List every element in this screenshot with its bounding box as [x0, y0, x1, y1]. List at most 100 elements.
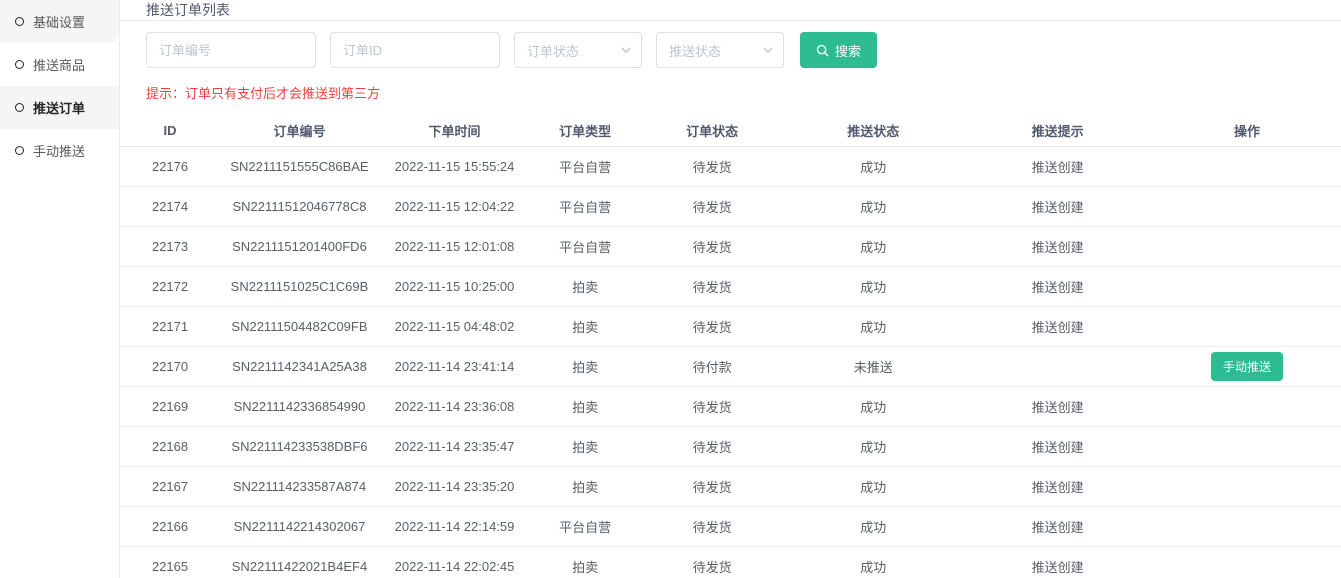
- cell-time: 2022-11-14 22:02:45: [379, 546, 530, 578]
- table-body: 22176SN2211151555C86BAE2022-11-15 15:55:…: [120, 146, 1341, 578]
- cell-action: [1153, 386, 1341, 426]
- cell-status: 待发货: [640, 146, 784, 186]
- cell-status: 待发货: [640, 226, 784, 266]
- push-status-select[interactable]: 推送状态: [656, 32, 784, 68]
- cell-type: 平台自营: [530, 506, 640, 546]
- manual-push-button[interactable]: 手动推送: [1211, 352, 1283, 381]
- cell-action: [1153, 426, 1341, 466]
- cell-push-hint: 推送创建: [962, 266, 1152, 306]
- cell-type: 平台自营: [530, 186, 640, 226]
- cell-push-status: 成功: [784, 506, 962, 546]
- sidebar-item-label: 基础设置: [33, 12, 85, 31]
- cell-type: 拍卖: [530, 546, 640, 578]
- cell-order-no: SN2211151555C86BAE: [220, 146, 379, 186]
- sidebar-item-4[interactable]: 手动推送: [0, 129, 119, 172]
- column-header: 推送状态: [784, 116, 962, 146]
- sidebar-item-1[interactable]: 基础设置: [0, 0, 119, 43]
- chevron-down-icon: [763, 45, 773, 55]
- cell-order-no: SN2211151201400FD6: [220, 226, 379, 266]
- table-row: 22168SN221114233538DBF62022-11-14 23:35:…: [120, 426, 1341, 466]
- cell-push-status: 成功: [784, 386, 962, 426]
- cell-type: 拍卖: [530, 426, 640, 466]
- cell-type: 平台自营: [530, 226, 640, 266]
- cell-action: [1153, 466, 1341, 506]
- cell-type: 平台自营: [530, 146, 640, 186]
- cell-time: 2022-11-15 15:55:24: [379, 146, 530, 186]
- push-status-select-label: 推送状态: [669, 41, 721, 60]
- orders-table: ID订单编号下单时间订单类型订单状态推送状态推送提示操作 22176SN2211…: [120, 116, 1341, 578]
- cell-id: 22172: [120, 266, 220, 306]
- column-header: 订单类型: [530, 116, 640, 146]
- table-row: 22174SN22111512046778C82022-11-15 12:04:…: [120, 186, 1341, 226]
- table-row: 22171SN22111504482C09FB2022-11-15 04:48:…: [120, 306, 1341, 346]
- circle-icon: [15, 60, 24, 69]
- sidebar-item-3[interactable]: 推送订单: [0, 86, 119, 129]
- table-row: 22176SN2211151555C86BAE2022-11-15 15:55:…: [120, 146, 1341, 186]
- order-no-input[interactable]: [146, 32, 316, 68]
- order-status-select-label: 订单状态: [527, 41, 579, 60]
- order-status-select[interactable]: 订单状态: [514, 32, 642, 68]
- cell-order-no: SN22111422021B4EF4: [220, 546, 379, 578]
- cell-status: 待发货: [640, 306, 784, 346]
- sidebar-item-2[interactable]: 推送商品: [0, 43, 119, 86]
- column-header: 推送提示: [962, 116, 1152, 146]
- cell-push-status: 未推送: [784, 346, 962, 386]
- cell-type: 拍卖: [530, 306, 640, 346]
- cell-order-no: SN2211142341A25A38: [220, 346, 379, 386]
- cell-push-hint: 推送创建: [962, 546, 1152, 578]
- cell-push-status: 成功: [784, 226, 962, 266]
- cell-time: 2022-11-14 23:35:47: [379, 426, 530, 466]
- filter-bar: 订单状态 推送状态 搜索: [146, 32, 1341, 68]
- cell-status: 待发货: [640, 426, 784, 466]
- cell-type: 拍卖: [530, 386, 640, 426]
- cell-order-no: SN221114233538DBF6: [220, 426, 379, 466]
- search-icon: [816, 44, 829, 57]
- column-header: 下单时间: [379, 116, 530, 146]
- cell-order-no: SN2211151025C1C69B: [220, 266, 379, 306]
- cell-id: 22168: [120, 426, 220, 466]
- cell-action: 手动推送: [1153, 346, 1341, 386]
- cell-push-hint: 推送创建: [962, 306, 1152, 346]
- cell-push-hint: 推送创建: [962, 426, 1152, 466]
- cell-type: 拍卖: [530, 266, 640, 306]
- circle-icon: [15, 103, 24, 112]
- cell-status: 待发货: [640, 386, 784, 426]
- cell-action: [1153, 266, 1341, 306]
- main-content: 推送订单列表 订单状态 推送状态 搜索 提示：订单只有支付后才会推送到第三方: [120, 0, 1341, 578]
- cell-action: [1153, 226, 1341, 266]
- table-row: 22173SN2211151201400FD62022-11-15 12:01:…: [120, 226, 1341, 266]
- cell-push-hint: 推送创建: [962, 186, 1152, 226]
- cell-time: 2022-11-14 23:35:20: [379, 466, 530, 506]
- cell-push-status: 成功: [784, 306, 962, 346]
- search-button[interactable]: 搜索: [800, 32, 877, 68]
- cell-action: [1153, 186, 1341, 226]
- order-id-input[interactable]: [330, 32, 500, 68]
- app-window: 基础设置推送商品推送订单手动推送 推送订单列表 订单状态 推送状态 搜索 提示：…: [0, 0, 1341, 578]
- cell-type: 拍卖: [530, 466, 640, 506]
- table-row: 22165SN22111422021B4EF42022-11-14 22:02:…: [120, 546, 1341, 578]
- cell-action: [1153, 506, 1341, 546]
- cell-action: [1153, 306, 1341, 346]
- cell-push-status: 成功: [784, 146, 962, 186]
- search-button-label: 搜索: [835, 41, 861, 60]
- cell-push-hint: 推送创建: [962, 226, 1152, 266]
- cell-time: 2022-11-14 22:14:59: [379, 506, 530, 546]
- cell-order-no: SN22111504482C09FB: [220, 306, 379, 346]
- table-row: 22169SN22111423368549902022-11-14 23:36:…: [120, 386, 1341, 426]
- cell-push-status: 成功: [784, 426, 962, 466]
- cell-id: 22167: [120, 466, 220, 506]
- cell-id: 22174: [120, 186, 220, 226]
- cell-order-no: SN2211142214302067: [220, 506, 379, 546]
- table-row: 22172SN2211151025C1C69B2022-11-15 10:25:…: [120, 266, 1341, 306]
- cell-id: 22165: [120, 546, 220, 578]
- chevron-down-icon: [621, 45, 631, 55]
- cell-id: 22171: [120, 306, 220, 346]
- cell-action: [1153, 546, 1341, 578]
- sidebar: 基础设置推送商品推送订单手动推送: [0, 0, 120, 578]
- column-header: ID: [120, 116, 220, 146]
- cell-status: 待发货: [640, 506, 784, 546]
- cell-time: 2022-11-14 23:36:08: [379, 386, 530, 426]
- cell-status: 待发货: [640, 266, 784, 306]
- cell-action: [1153, 146, 1341, 186]
- cell-time: 2022-11-15 04:48:02: [379, 306, 530, 346]
